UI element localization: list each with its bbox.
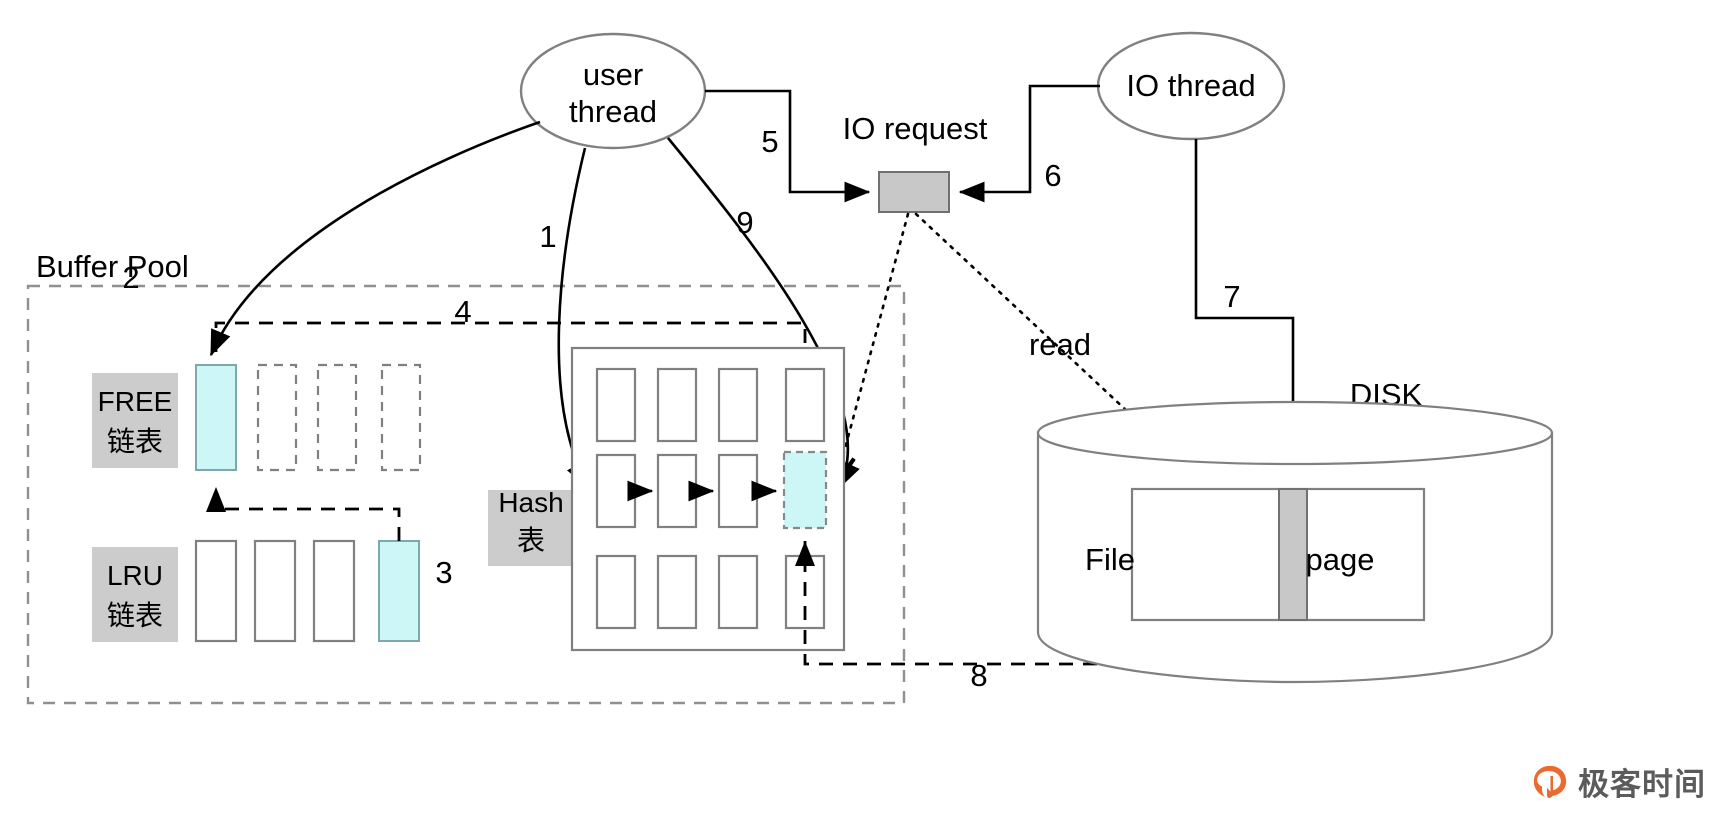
step-label-6: 6	[1044, 158, 1061, 193]
hash-cell-r2c2[interactable]	[656, 453, 698, 529]
step-label-9: 9	[736, 205, 753, 240]
edge-2-user-to-free-block	[209, 120, 541, 357]
hash-cell-r2c1[interactable]	[595, 453, 637, 529]
io-request-box[interactable]	[878, 171, 950, 213]
file-label: File	[1085, 542, 1135, 577]
free-block-4-empty[interactable]	[380, 363, 422, 472]
step-label-4: 4	[454, 294, 471, 329]
step-label-5: 5	[761, 124, 778, 159]
edge-3-lru-to-free	[205, 487, 401, 541]
hash-cell-r1c2[interactable]	[656, 367, 698, 443]
user-thread-label-line1: user	[583, 57, 643, 92]
step-label-1: 1	[539, 219, 556, 254]
hash-cell-r1c3[interactable]	[717, 367, 759, 443]
lru-block-3[interactable]	[312, 539, 356, 643]
hash-cell-r1c4[interactable]	[784, 367, 826, 443]
hash-cell-r3c1[interactable]	[595, 554, 637, 630]
free-block-3-empty[interactable]	[316, 363, 358, 472]
free-block-1-occupied[interactable]	[195, 364, 237, 471]
step-label-8: 8	[970, 658, 987, 693]
hash-cell-r1c1[interactable]	[595, 367, 637, 443]
disk-cylinder-top	[1036, 400, 1554, 466]
watermark: 极客时间	[1531, 759, 1706, 804]
watermark-text: 极客时间	[1578, 767, 1706, 803]
diagram-canvas: user thread IO thread IO request 5 6 7 2…	[0, 0, 1728, 818]
free-list-label-line1: FREE	[98, 386, 173, 417]
buffer-pool-flow-diagram: user thread IO thread IO request 5 6 7 2…	[26, 31, 1554, 705]
io-request-label: IO request	[843, 111, 988, 146]
free-block-2-empty[interactable]	[256, 363, 298, 472]
hash-table-label-line1: Hash	[498, 487, 563, 518]
read-label: read	[1029, 327, 1091, 362]
hash-cell-r3c3[interactable]	[717, 554, 759, 630]
hash-cell-r2c3[interactable]	[717, 453, 759, 529]
free-list-label-line2: 链表	[107, 426, 163, 457]
buffer-pool-title: Buffer Pool	[36, 249, 189, 284]
step-label-3: 3	[435, 555, 452, 590]
hash-table-label-line2: 表	[517, 525, 545, 556]
hash-cell-r3c2[interactable]	[656, 554, 698, 630]
lru-block-4-occupied[interactable]	[378, 540, 420, 642]
lru-block-2[interactable]	[253, 539, 297, 643]
step-label-7: 7	[1223, 279, 1240, 314]
geektime-logo-icon	[1533, 765, 1567, 798]
lru-list-label-line2: 链表	[107, 600, 163, 631]
lru-block-1[interactable]	[194, 539, 238, 643]
hash-cell-r2c4-highlight[interactable]	[782, 450, 828, 530]
lru-list-label-line1: LRU	[107, 560, 163, 591]
disk-page-block[interactable]	[1278, 488, 1308, 621]
page-label: page	[1306, 542, 1375, 577]
io-thread-label: IO thread	[1126, 68, 1255, 103]
user-thread-label-line2: thread	[569, 94, 657, 129]
